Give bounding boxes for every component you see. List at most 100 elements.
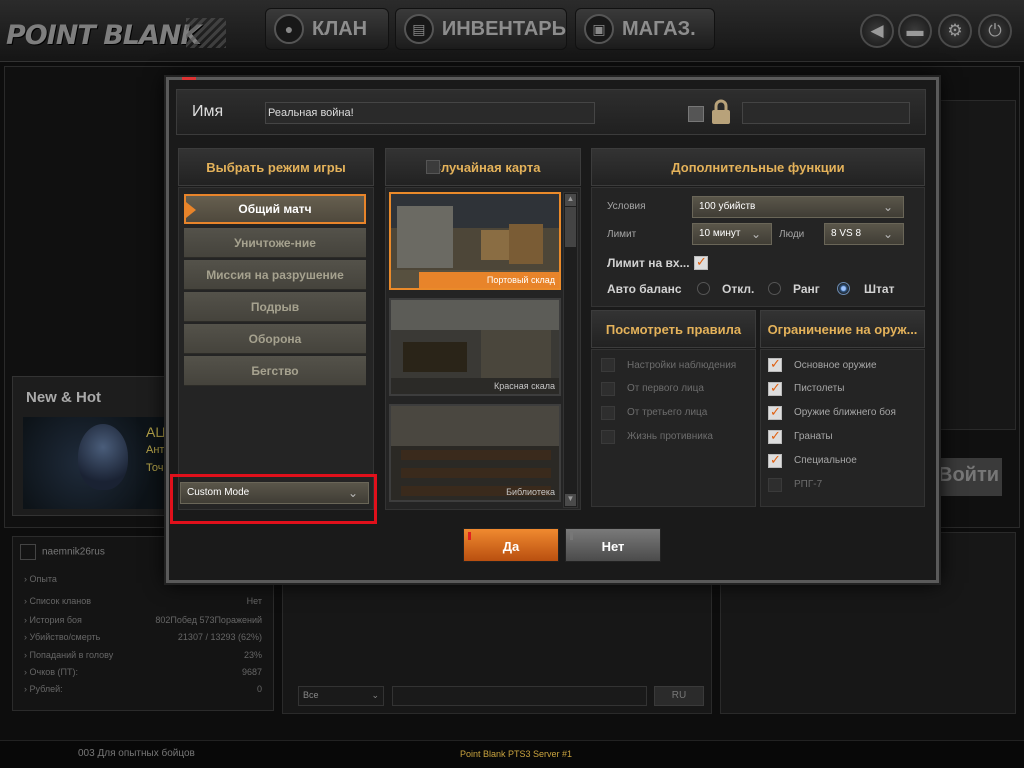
enter-room-button[interactable]: Войти xyxy=(932,458,1002,496)
chat-input[interactable] xyxy=(392,686,647,706)
back-arrow-icon[interactable]: ◀ xyxy=(860,14,894,48)
map-name-library: Библиотека xyxy=(506,487,555,497)
rule-checkbox-first-person[interactable] xyxy=(601,382,615,396)
mode-item-defense[interactable]: Оборона xyxy=(184,324,366,354)
limit-select[interactable]: 10 минут ⌄ xyxy=(692,223,772,245)
rule-label-observe: Настройки наблюдения xyxy=(627,360,737,371)
mode-item-elimination[interactable]: Уничтоже-ние xyxy=(184,228,366,258)
lock-icon xyxy=(712,99,730,124)
rule-label-first-person: От первого лица xyxy=(627,383,704,394)
weapon-checkbox-pistols[interactable] xyxy=(768,380,782,396)
weapon-label-pistols: Пистолеты xyxy=(794,383,845,394)
dialog-accent xyxy=(182,77,196,80)
autobalance-label: Авто баланс xyxy=(607,282,682,296)
people-label: Люди xyxy=(779,229,805,240)
weapon-label-special: Специальное xyxy=(794,455,857,466)
random-map-label: Случайная карта xyxy=(431,159,541,175)
autobalance-rank-radio[interactable] xyxy=(768,282,781,295)
new-hot-title: New & Hot xyxy=(26,389,101,406)
user-name: naemnik26rus xyxy=(20,544,105,560)
window-icon[interactable]: ▬ xyxy=(898,14,932,48)
user-row-history: История боя802Побед 573Поражений xyxy=(24,615,263,625)
weapon-label-rpg: РПГ-7 xyxy=(794,479,823,490)
rule-checkbox-enemy-life[interactable] xyxy=(601,430,615,444)
map-list-scrollbar[interactable]: ▲ ▼ xyxy=(563,192,578,508)
conditions-value: 100 убийств xyxy=(699,201,756,212)
user-row-clan: Список клановНет xyxy=(24,596,263,606)
weapon-label-grenades: Гранаты xyxy=(794,431,833,442)
nav-shop-button[interactable]: ▣ МАГАЗ. xyxy=(575,8,715,50)
map-item-port[interactable]: Портовый склад xyxy=(389,192,561,290)
cart-icon: ▤ xyxy=(404,14,434,44)
mode-item-destruction[interactable]: Миссия на разрушение xyxy=(184,260,366,290)
gear-icon[interactable]: ⚙ xyxy=(938,14,972,48)
weapon-checkbox-melee[interactable] xyxy=(768,404,782,420)
user-row-rubles: Рублей:0 xyxy=(24,684,263,694)
cancel-button[interactable]: Нет xyxy=(565,528,661,562)
chat-channel-select[interactable]: Все ⌄ xyxy=(298,686,384,706)
autobalance-off-radio[interactable] xyxy=(697,282,710,295)
nav-inventory-label: ИНВЕНТАРЬ xyxy=(441,17,566,40)
entry-limit-label: Лимит на вх... xyxy=(607,256,690,270)
autobalance-rank-label: Ранг xyxy=(793,282,820,296)
map-item-library[interactable]: Библиотека xyxy=(389,404,561,502)
scroll-down-icon[interactable]: ▼ xyxy=(565,494,576,506)
mode-item-bomb[interactable]: Подрыв xyxy=(184,292,366,322)
highlight-frame xyxy=(170,474,377,524)
banner-text-3: Точ xyxy=(146,462,164,474)
chevron-down-icon: ⌄ xyxy=(883,227,894,241)
limit-label: Лимит xyxy=(607,229,637,240)
scroll-up-icon[interactable]: ▲ xyxy=(565,194,576,206)
people-value: 8 VS 8 xyxy=(831,228,862,239)
weapon-label-primary: Основное оружие xyxy=(794,360,877,371)
people-select[interactable]: 8 VS 8 ⌄ xyxy=(824,223,904,245)
conditions-select[interactable]: 100 убийств ⌄ xyxy=(692,196,904,218)
bag-icon: ▣ xyxy=(584,14,614,44)
chevron-down-icon: ⌄ xyxy=(371,690,379,700)
game-logo: POINT BLANK xyxy=(6,20,201,51)
nav-clan-button[interactable]: ● КЛАН xyxy=(265,8,389,50)
weapon-restriction-panel xyxy=(760,349,925,507)
random-map-checkbox[interactable] xyxy=(425,160,440,174)
weapon-label-melee: Оружие ближнего боя xyxy=(794,407,896,418)
password-checkbox[interactable] xyxy=(688,106,704,122)
user-row-kd: Убийство/смерть21307 / 13293 (62%) xyxy=(24,632,263,642)
conditions-label: Условия xyxy=(607,201,646,212)
room-name-input[interactable]: Реальная война! xyxy=(265,102,595,124)
password-input[interactable] xyxy=(742,102,910,124)
chevron-down-icon: ⌄ xyxy=(751,227,762,241)
nav-inventory-button[interactable]: ▤ ИНВЕНТАРЬ xyxy=(395,8,567,50)
user-row-points: Очков (ПТ):9687 xyxy=(24,667,263,677)
scroll-thumb[interactable] xyxy=(565,207,576,247)
rank-icon xyxy=(20,544,36,560)
map-item-redrock[interactable]: Красная скала xyxy=(389,298,561,396)
rules-panel xyxy=(591,349,756,507)
limit-value: 10 минут xyxy=(699,228,741,239)
mode-item-escape[interactable]: Бегство xyxy=(184,356,366,386)
autobalance-staff-label: Штат xyxy=(864,282,895,296)
weapon-checkbox-special[interactable] xyxy=(768,452,782,468)
rule-label-enemy-life: Жизнь противника xyxy=(627,431,713,442)
extra-functions-title: Дополнительные функции xyxy=(591,148,925,186)
map-name-redrock: Красная скала xyxy=(493,381,555,391)
weapon-checkbox-rpg[interactable] xyxy=(768,478,782,492)
rule-label-third-person: От третьего лица xyxy=(627,407,708,418)
rule-checkbox-third-person[interactable] xyxy=(601,406,615,420)
server-name: Point Blank PTS3 Server #1 xyxy=(460,749,573,759)
autobalance-off-label: Откл. xyxy=(722,282,755,296)
weapon-checkbox-primary[interactable] xyxy=(768,356,782,372)
entry-limit-checkbox[interactable] xyxy=(694,254,708,270)
power-icon[interactable]: ⏻ xyxy=(978,14,1012,48)
nav-clan-label: КЛАН xyxy=(312,17,368,40)
mode-item-deathmatch[interactable]: Общий матч xyxy=(184,194,366,224)
rule-checkbox-observe[interactable] xyxy=(601,358,615,372)
language-button[interactable]: RU xyxy=(654,686,704,706)
weapon-restriction-title: Ограничение на оруж... xyxy=(760,310,925,348)
rules-title: Посмотреть правила xyxy=(591,310,756,348)
chevron-down-icon: ⌄ xyxy=(883,200,894,214)
autobalance-staff-radio[interactable] xyxy=(837,282,850,295)
weapon-checkbox-grenades[interactable] xyxy=(768,428,782,444)
top-bar: POINT BLANK ● КЛАН ▤ ИНВЕНТАРЬ ▣ МАГАЗ. … xyxy=(0,0,1024,62)
user-icon: ● xyxy=(274,14,304,44)
confirm-button[interactable]: Да xyxy=(463,528,559,562)
